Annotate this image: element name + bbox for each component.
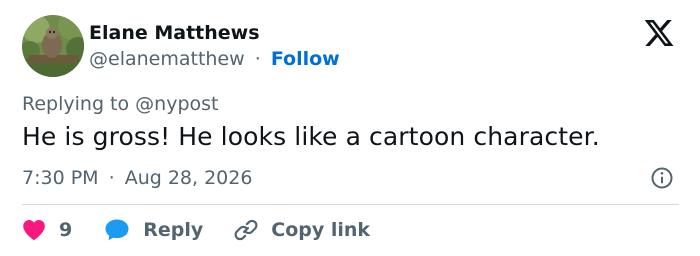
link-icon	[234, 219, 258, 241]
tweet-text: He is gross! He looks like a cartoon cha…	[22, 122, 600, 151]
author-handle[interactable]: @elanematthew	[89, 48, 245, 70]
handle-separator: ·	[254, 48, 261, 70]
x-logo-icon[interactable]	[642, 17, 676, 49]
actions-divider	[22, 204, 679, 205]
tweet-date: Aug 28, 2026	[124, 167, 253, 189]
copy-link-label: Copy link	[271, 219, 371, 241]
reply-context-mention[interactable]: @nypost	[135, 93, 218, 115]
avatar[interactable]	[22, 15, 84, 77]
reply-label: Reply	[143, 219, 204, 241]
tweet-time: 7:30 PM	[22, 167, 99, 189]
like-count: 9	[59, 219, 73, 241]
reply-context-prefix: Replying to	[22, 93, 130, 115]
tweet-card: Elane Matthews @elanematthew · Follow Re…	[0, 0, 700, 256]
reply-context: Replying to @nypost	[22, 93, 219, 115]
reply-button[interactable]: Reply	[104, 218, 203, 242]
author-name[interactable]: Elane Matthews	[89, 22, 260, 44]
heart-icon	[23, 220, 45, 241]
timestamp-separator: ·	[108, 167, 115, 189]
avatar-image	[22, 15, 84, 77]
copy-link-button[interactable]: Copy link	[233, 217, 370, 243]
tweet-timestamp[interactable]: 7:30 PM · Aug 28, 2026	[22, 167, 252, 189]
speech-bubble-icon	[105, 219, 129, 241]
author-handle-line: @elanematthew · Follow	[89, 48, 340, 70]
follow-button[interactable]: Follow	[271, 48, 340, 70]
like-button[interactable]: 9	[22, 219, 72, 241]
action-bar: 9 Reply Copy link	[22, 214, 370, 246]
info-icon[interactable]	[650, 166, 674, 190]
